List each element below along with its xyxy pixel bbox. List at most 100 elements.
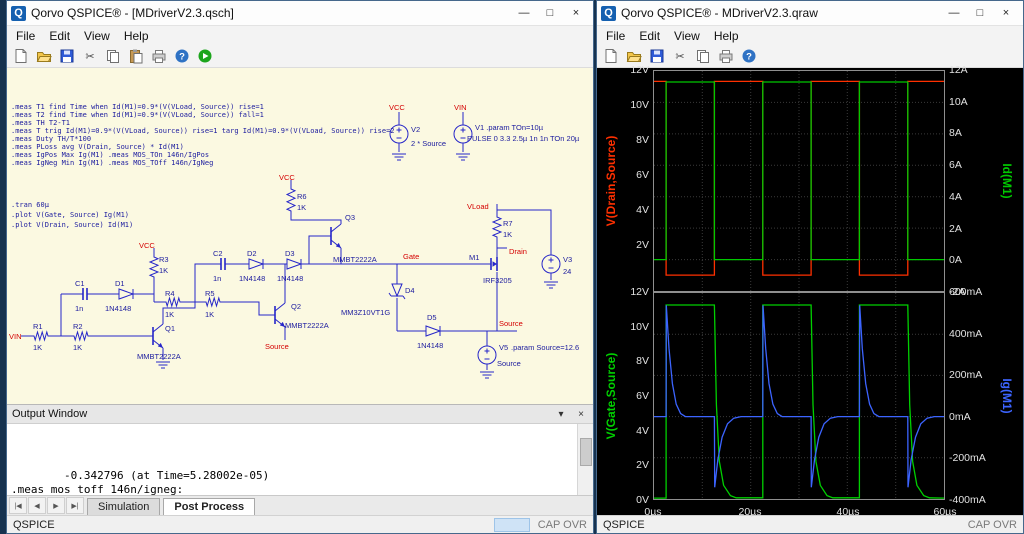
run-icon[interactable]	[195, 47, 215, 65]
close-button[interactable]: ×	[993, 3, 1019, 23]
maximize-button[interactable]: □	[537, 3, 563, 23]
svg-text:.meas T1 find Time when Id(M1): .meas T1 find Time when Id(M1)=0.9*(V(VL…	[11, 103, 264, 111]
svg-text:.meas T2 find Time when Id(M1): .meas T2 find Time when Id(M1)=0.9*(V(VL…	[11, 111, 264, 119]
y-axis-tick-left: 2V	[636, 459, 649, 471]
svg-text:Source: Source	[499, 319, 523, 328]
svg-text:.plot V(Drain, Source) Id(M1): .plot V(Drain, Source) Id(M1)	[11, 221, 133, 229]
svg-text:MMBT2222A: MMBT2222A	[137, 352, 181, 361]
save-icon[interactable]	[57, 47, 77, 65]
x-axis-tick: 40µs	[836, 506, 860, 518]
svg-text:Source: Source	[497, 359, 521, 368]
x-axis-tick: 60µs	[933, 506, 957, 518]
svg-text:R5: R5	[205, 289, 215, 298]
output-close-icon[interactable]: ×	[574, 409, 588, 420]
y-axis-tick-right: 0A	[949, 254, 962, 266]
svg-text:VIN: VIN	[9, 332, 22, 341]
paste-icon[interactable]	[126, 47, 146, 65]
svg-text:.meas IgPos Max Ig(M1) .meas: .meas IgPos Max Ig(M1) .meas MOS_TOn 146…	[11, 151, 209, 159]
svg-text:VCC: VCC	[389, 103, 405, 112]
svg-text:.meas PLoss avg V(Drain, Sourc: .meas PLoss avg V(Drain, Source) * Id(M1…	[11, 143, 184, 151]
y-axis-tick-right: 12A	[949, 64, 968, 76]
tab-nav-2[interactable]: ▶	[47, 497, 65, 514]
tab-post-process[interactable]: Post Process	[163, 498, 256, 515]
svg-text:1N4148: 1N4148	[105, 304, 131, 313]
maximize-button[interactable]: □	[967, 3, 993, 23]
svg-text:R6: R6	[297, 192, 307, 201]
tab-nav-1[interactable]: ◀	[28, 497, 46, 514]
svg-text:1N4148: 1N4148	[277, 274, 303, 283]
help-icon[interactable]: ?	[172, 47, 192, 65]
new-icon[interactable]	[11, 47, 31, 65]
menu-file[interactable]: File	[599, 28, 632, 44]
window-title: Qorvo QSPICE® - MDriverV2.3.qraw	[621, 6, 818, 20]
svg-text:VIN: VIN	[454, 103, 467, 112]
menu-file[interactable]: File	[9, 28, 42, 44]
save-icon[interactable]	[647, 47, 667, 65]
svg-text:C2: C2	[213, 249, 223, 258]
tab-simulation[interactable]: Simulation	[87, 498, 161, 515]
menu-help[interactable]: Help	[117, 28, 156, 44]
scrollbar-thumb[interactable]	[580, 438, 592, 466]
svg-text:.param Source=12.6: .param Source=12.6	[511, 343, 579, 352]
copy-icon[interactable]	[103, 47, 123, 65]
left-axis-label: V(Gate,Source)	[604, 352, 618, 440]
svg-text:1K: 1K	[73, 343, 82, 352]
drain-pane[interactable]	[653, 70, 945, 292]
output-window-header: Output Window ▾ ×	[7, 405, 593, 424]
svg-text:R7: R7	[503, 219, 513, 228]
waveform-plot-area[interactable]: 12V 10V 8V 6V 4V 2V 12A 10A 8A 6A 4A 2A 0A -2A V(Drain…	[597, 64, 1023, 518]
svg-text:.meas IgNeg Min Ig(M1) .meas: .meas IgNeg Min Ig(M1) .meas MOS_TOff 14…	[11, 159, 213, 167]
right-axis-label: Ig(M1)	[1000, 378, 1014, 414]
copy-icon[interactable]	[693, 47, 713, 65]
y-axis-tick-right: -400mA	[949, 494, 986, 506]
print-icon[interactable]	[716, 47, 736, 65]
menu-edit[interactable]: Edit	[632, 28, 667, 44]
svg-text:R3: R3	[159, 255, 169, 264]
svg-text:.meas TH T2-T1: .meas TH T2-T1	[11, 119, 70, 127]
svg-text:?: ?	[179, 52, 185, 63]
app-icon: Q	[11, 5, 26, 21]
svg-text:V2: V2	[411, 125, 420, 134]
open-icon[interactable]	[624, 47, 644, 65]
y-axis-tick-left: 2V	[636, 239, 649, 251]
svg-text:Q3: Q3	[345, 213, 355, 222]
print-icon[interactable]	[149, 47, 169, 65]
output-log[interactable]: ▲ -0.342796 (at Time=5.28002e-05).meas m…	[7, 424, 593, 495]
svg-text:MMBT2222A: MMBT2222A	[285, 321, 329, 330]
y-axis-tick-right: 10A	[949, 96, 968, 108]
menu-bar: File Edit View Help	[597, 26, 1023, 45]
titlebar: Q Qorvo QSPICE® - MDriverV2.3.qraw — □ ×	[597, 1, 1023, 26]
toolbar: ✂?	[7, 45, 593, 68]
svg-text:V1 .param TOn=10µ: V1 .param TOn=10µ	[475, 123, 544, 132]
menu-help[interactable]: Help	[707, 28, 746, 44]
menu-view[interactable]: View	[667, 28, 707, 44]
svg-text:V5: V5	[499, 343, 508, 352]
svg-text:.plot V(Gate, Source) Ig(M1): .plot V(Gate, Source) Ig(M1)	[11, 211, 129, 219]
status-app-name: QSPICE	[603, 518, 645, 531]
y-axis-tick-right: 4A	[949, 191, 962, 203]
svg-text:2 * Source: 2 * Source	[411, 139, 446, 148]
minimize-button[interactable]: —	[511, 3, 537, 23]
status-indicator: CAP OVR	[967, 518, 1017, 531]
menu-view[interactable]: View	[77, 28, 117, 44]
close-button[interactable]: ×	[563, 3, 589, 23]
svg-text:MM3Z10VT1G: MM3Z10VT1G	[341, 308, 390, 317]
output-dock-icon[interactable]: ▾	[554, 409, 568, 420]
svg-text:MMBT2222A: MMBT2222A	[333, 255, 377, 264]
help-icon[interactable]: ?	[739, 47, 759, 65]
tab-nav-3[interactable]: ▶|	[66, 497, 84, 514]
tab-nav-0[interactable]: |◀	[9, 497, 27, 514]
svg-text:1K: 1K	[205, 310, 214, 319]
svg-text:1n: 1n	[75, 304, 83, 313]
menu-edit[interactable]: Edit	[42, 28, 77, 44]
open-icon[interactable]	[34, 47, 54, 65]
svg-text:.meas T trig Id(M1)=0.9*(V(VLo: .meas T trig Id(M1)=0.9*(V(VLoad, Source…	[11, 127, 395, 135]
schematic-canvas[interactable]: .meas T1 find Time when Id(M1)=0.9*(V(VL…	[7, 68, 593, 404]
minimize-button[interactable]: —	[941, 3, 967, 23]
gate-pane[interactable]	[653, 292, 945, 500]
new-icon[interactable]	[601, 47, 621, 65]
cut-icon[interactable]: ✂	[80, 47, 100, 65]
cut-icon[interactable]: ✂	[670, 47, 690, 65]
svg-text:D3: D3	[285, 249, 295, 258]
output-scrollbar[interactable]: ▲	[577, 424, 593, 495]
